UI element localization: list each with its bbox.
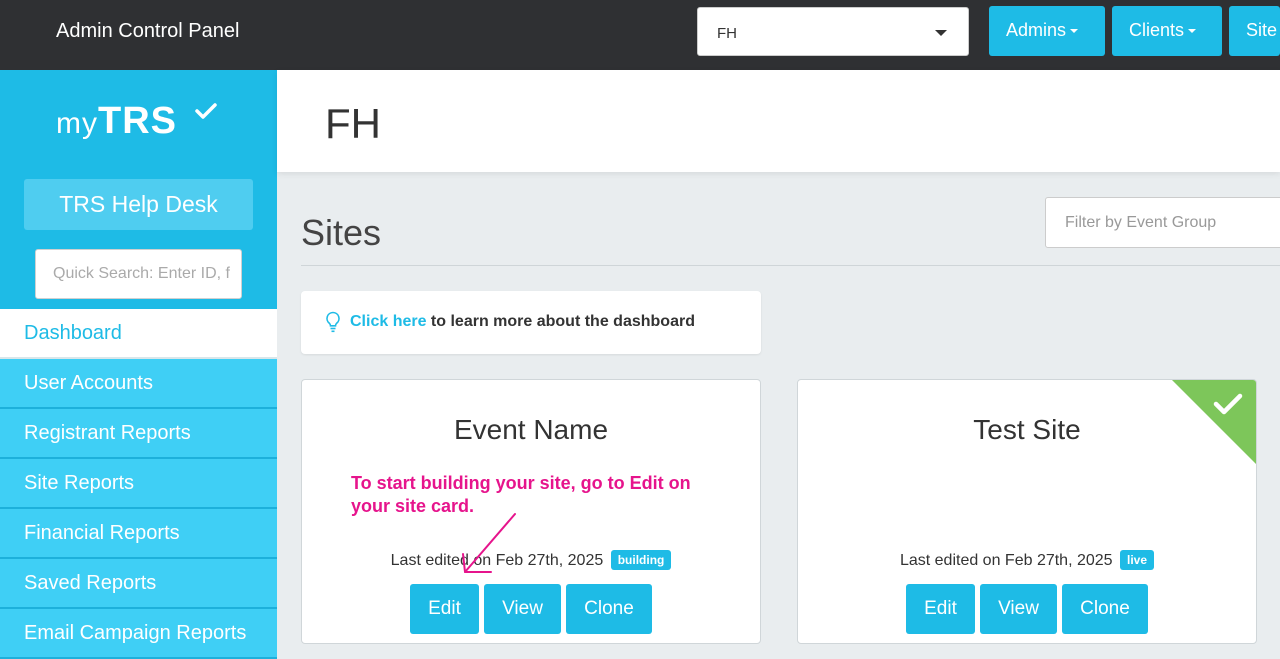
last-edited-text: Last edited on Feb 27th, 2025 <box>899 552 1113 569</box>
sidebar-item-site-reports[interactable]: Site Reports <box>0 459 277 509</box>
event-group-filter-input[interactable] <box>1045 197 1280 248</box>
last-edited: Last edited on Feb 27th, 2025 live <box>798 550 1256 570</box>
lightbulb-icon <box>326 311 340 333</box>
sidebar-item-financial-reports[interactable]: Financial Reports <box>0 509 277 559</box>
edit-button[interactable]: Edit <box>410 584 479 634</box>
site-card-title: Test Site <box>973 414 1081 445</box>
view-button[interactable]: View <box>980 584 1057 634</box>
click-here-link[interactable]: Click here <box>350 313 426 330</box>
status-badge: live <box>1120 550 1155 570</box>
caret-down-icon <box>1070 29 1079 34</box>
client-select[interactable]: FH <box>697 7 969 56</box>
app-title: Admin Control Panel <box>56 20 240 42</box>
last-edited: Last edited on Feb 27th, 2025 building <box>302 550 760 570</box>
edit-button[interactable]: Edit <box>906 584 975 634</box>
instruction-annotation: To start building your site, go to Edit … <box>351 472 751 518</box>
site-card-test-site: Test Site Last edited on Feb 27th, 2025 … <box>797 379 1257 644</box>
sidebar: myTRS TRS Help Desk Dashboard User Accou… <box>0 70 277 659</box>
help-desk-button[interactable]: TRS Help Desk <box>24 179 253 230</box>
divider <box>301 265 1280 266</box>
caret-down-icon <box>1188 29 1197 34</box>
clone-button[interactable]: Clone <box>1062 584 1148 634</box>
annotation-line-2: your site card. <box>351 496 475 516</box>
sites-label: Site <box>1246 20 1278 40</box>
annotation-arrow-icon <box>462 513 516 573</box>
chevron-down-icon <box>935 30 947 36</box>
site-card-title: Event Name <box>453 414 609 445</box>
logo-trs: TRS <box>98 100 177 142</box>
annotation-line-1: To start building your site, go to Edit … <box>351 473 691 493</box>
admins-label: Admins <box>1006 20 1067 40</box>
sidebar-item-registrant-reports[interactable]: Registrant Reports <box>0 409 277 459</box>
view-button[interactable]: View <box>484 584 561 634</box>
top-bar: Admin Control Panel FH Admins Clients Si… <box>0 0 1280 70</box>
checkmark-icon <box>195 103 217 119</box>
clients-menu-button[interactable]: Clients <box>1112 6 1222 56</box>
mytrs-logo[interactable]: myTRS <box>56 100 217 143</box>
tip-text: Click here to learn more about the dashb… <box>350 313 695 331</box>
logo-my: my <box>56 107 98 140</box>
quick-search-input[interactable] <box>35 249 242 299</box>
dashboard-tip: Click here to learn more about the dashb… <box>301 291 761 354</box>
sidebar-item-saved-reports[interactable]: Saved Reports <box>0 559 277 609</box>
page-title: FH <box>325 100 381 147</box>
clone-button[interactable]: Clone <box>566 584 652 634</box>
sidebar-item-user-accounts[interactable]: User Accounts <box>0 359 277 409</box>
admins-menu-button[interactable]: Admins <box>989 6 1105 56</box>
sites-menu-button[interactable]: Site <box>1229 6 1280 56</box>
sites-heading: Sites <box>301 212 382 253</box>
status-badge: building <box>610 550 672 570</box>
page-header: FH <box>277 70 1280 172</box>
clients-label: Clients <box>1129 20 1185 40</box>
tip-rest-text: to learn more about the dashboard <box>426 313 695 330</box>
sidebar-nav: Dashboard User Accounts Registrant Repor… <box>0 309 277 659</box>
client-select-value: FH <box>717 25 737 42</box>
sidebar-item-dashboard[interactable]: Dashboard <box>0 309 277 359</box>
